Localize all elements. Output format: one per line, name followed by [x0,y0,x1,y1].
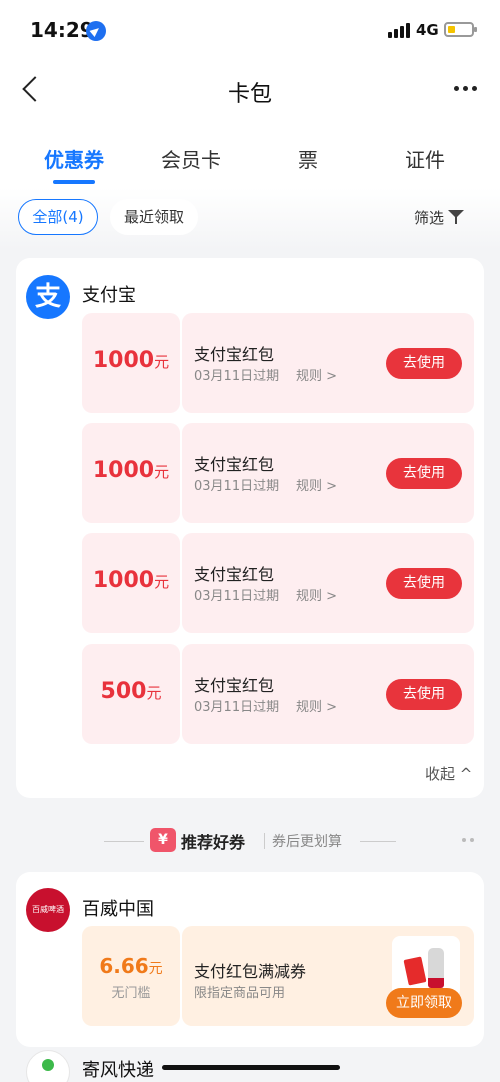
budweiser-logo [26,888,70,932]
coupon-item: 1000元 支付宝红包 03月11日过期 规则 > 去使用 [82,313,474,413]
filter-button[interactable]: 筛选 [414,207,444,228]
coupon-body: 支付宝红包 03月11日过期 规则 > 去使用 [182,313,474,413]
tab-certificates[interactable]: 证件 [370,144,480,173]
coupon-item: 500元 支付宝红包 03月11日过期 规则 > 去使用 [82,644,474,744]
divider-line [360,841,396,842]
coupon-amount-box: 1000元 [82,533,180,633]
home-indicator[interactable] [162,1065,340,1070]
offer-name: 支付红包满减券 [194,962,307,981]
offer-body: 支付红包满减券 限指定商品可用 立即领取 [182,926,474,1026]
tab-coupons[interactable]: 优惠券 [19,144,129,173]
use-coupon-button[interactable]: 去使用 [386,679,462,710]
page-title: 卡包 [227,82,272,107]
recommend-divider: ¥ 推荐好券 券后更划算 [0,826,500,856]
offer-amount-box: 6.66元 无门槛 [82,926,180,1026]
tab-bar: 优惠券 会员卡 票 证件 [0,124,500,188]
coupon-expiry: 03月11日过期 [194,479,280,494]
recommend-badge-icon: ¥ [150,828,176,852]
coupon-amount-box: 1000元 [82,423,180,523]
brand-name: 百威中国 [82,899,154,920]
express-logo [26,1050,70,1082]
offer-description: 限指定商品可用 [194,986,286,1001]
recommend-subtitle: 券后更划算 [272,834,342,850]
coupon-amount-box: 1000元 [82,313,180,413]
red-envelope-icon [403,956,427,986]
brand-name: 支付宝 [82,285,136,306]
recommend-title: 推荐好券 [181,833,246,852]
offer-amount: 6.66元 [99,954,163,978]
network-label: 4G [416,21,439,39]
coupon-body: 支付宝红包 03月11日过期 规则 > 去使用 [182,533,474,633]
funnel-icon[interactable] [448,209,464,225]
use-coupon-button[interactable]: 去使用 [386,568,462,599]
coupon-body: 支付宝红包 03月11日过期 规则 > 去使用 [182,644,474,744]
status-time: 14:29 [30,18,94,42]
tab-active-indicator [53,180,95,184]
coupon-rule-link[interactable]: 规则 > [296,475,337,494]
collapse-button[interactable]: 收起 ^ [425,763,472,784]
filter-chip-all[interactable]: 全部(4) [18,199,98,235]
tab-tickets[interactable]: 票 [253,144,363,173]
more-icon[interactable] [454,86,478,92]
coupon-amount: 1000元 [92,568,170,593]
coupon-rule-link[interactable]: 规则 > [296,365,337,384]
offer-threshold: 无门槛 [111,986,151,1001]
coupon-amount: 1000元 [92,348,170,373]
beer-bottle-icon [428,948,444,988]
location-icon [86,21,106,41]
coupon-name: 支付宝红包 [194,676,275,695]
coupon-expiry: 03月11日过期 [194,700,280,715]
coupon-item: 1000元 支付宝红包 03月11日过期 规则 > 去使用 [82,533,474,633]
coupon-expiry: 03月11日过期 [194,369,280,384]
claim-button[interactable]: 立即领取 [386,988,462,1018]
coupon-amount: 1000元 [92,458,170,483]
coupon-amount-box: 500元 [82,644,180,744]
coupon-expiry: 03月11日过期 [194,589,280,604]
status-bar: 14:29 4G [0,0,500,56]
coupon-rule-link[interactable]: 规则 > [296,696,337,715]
alipay-logo: 支 [26,275,70,319]
coupon-name: 支付宝红包 [194,565,275,584]
coupon-item: 1000元 支付宝红包 03月11日过期 规则 > 去使用 [82,423,474,523]
coupon-body: 支付宝红包 03月11日过期 规则 > 去使用 [182,423,474,523]
divider-separator [264,833,265,849]
brand-name: 寄风快递 [82,1060,154,1081]
use-coupon-button[interactable]: 去使用 [386,458,462,489]
battery-icon [444,22,477,37]
coupon-name: 支付宝红包 [194,345,275,364]
more-dots-icon[interactable] [462,838,476,843]
divider-line [104,841,144,842]
filter-chip-recent[interactable]: 最近领取 [110,199,198,235]
tab-membership-cards[interactable]: 会员卡 [136,144,246,173]
recommended-offer: 6.66元 无门槛 支付红包满减券 限指定商品可用 立即领取 [82,926,474,1026]
filter-row: 全部(4) 最近领取 筛选 [0,188,500,250]
coupon-rule-link[interactable]: 规则 > [296,585,337,604]
signal-icon [388,22,410,38]
coupon-name: 支付宝红包 [194,455,275,474]
use-coupon-button[interactable]: 去使用 [386,348,462,379]
nav-bar: 卡包 [0,56,500,124]
coupon-amount: 500元 [100,679,162,704]
